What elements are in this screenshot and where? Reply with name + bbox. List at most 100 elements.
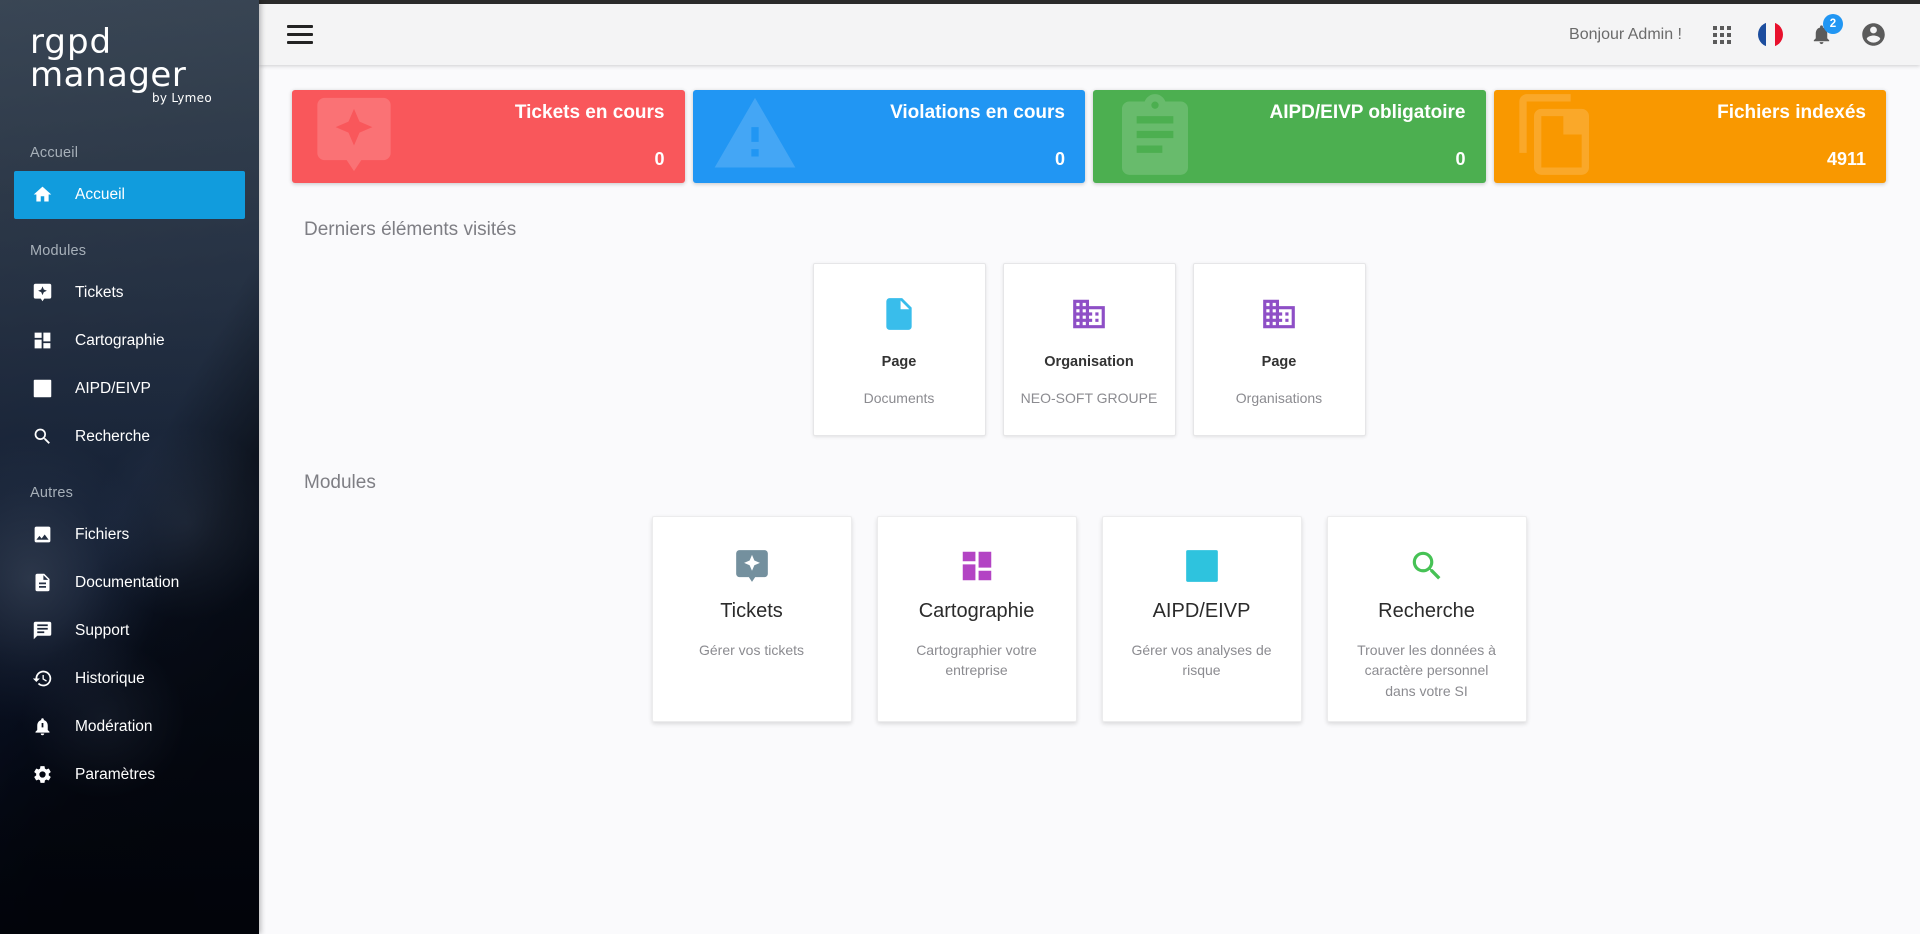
sidebar-item-label: Tickets: [75, 283, 124, 301]
sidebar-item-label: Documentation: [75, 573, 180, 591]
sidebar-item-label: Cartographie: [75, 331, 165, 349]
module-card-subtitle: Cartographier votre entreprise: [916, 642, 1037, 679]
sidebar-item-label: Support: [75, 621, 130, 639]
module-card-title: AIPD/EIVP: [1152, 600, 1251, 622]
account-circle-icon[interactable]: [1860, 21, 1887, 48]
recent-section-heading: Derniers éléments visités: [304, 219, 517, 240]
module-card-tickets[interactable]: Tickets Gérer vos tickets: [651, 516, 852, 722]
modules-section-heading: Modules: [304, 472, 376, 493]
recent-item-title: Page: [881, 354, 917, 370]
sidebar-section-list: Tickets Cartographie AIPD/EIVP Recherche: [0, 269, 259, 461]
home-icon: [31, 184, 53, 206]
brand-line-2: manager: [30, 54, 187, 95]
sidebar-section-list: Fichiers Documentation Support Historique Mo…: [0, 511, 259, 799]
organisation-icon: [1070, 290, 1108, 338]
recent-item-subtitle: NEO-SOFT GROUPE: [1020, 390, 1158, 406]
sidebar-item-historique[interactable]: Historique: [14, 655, 245, 703]
sidebar: rgpd manager by Lymeo Accueil Accueil Modu…: [0, 0, 259, 934]
sidebar-item-accueil[interactable]: Accueil: [14, 170, 245, 219]
recent-item-subtitle: Documents: [863, 390, 935, 406]
recent-item-title: Page: [1261, 354, 1297, 370]
stat-card[interactable]: Fichiers indexés 4911: [1493, 90, 1886, 183]
search-icon: [1408, 544, 1446, 588]
bell-icon[interactable]: 2: [1810, 14, 1843, 46]
dashboard-icon: [958, 544, 996, 588]
sidebar-item-documentation[interactable]: Documentation: [14, 559, 245, 607]
sidebar-nav: Accueil Accueil Modules Tickets Cartographie…: [0, 133, 259, 811]
stat-card-title: Fichiers indexés: [1717, 102, 1866, 123]
sidebar-item-param-tres[interactable]: Paramètres: [14, 751, 245, 799]
recent-item-title: Organisation: [1044, 354, 1134, 370]
stat-card[interactable]: Tickets en cours 0: [292, 90, 685, 183]
search-icon: [31, 426, 53, 448]
module-card-title: Cartographie: [918, 600, 1035, 622]
module-card-cartographie[interactable]: Cartographie Cartographier votre entrepri…: [876, 516, 1077, 722]
module-card-title: Recherche: [1378, 600, 1475, 622]
recent-item-card[interactable]: Page Documents: [812, 263, 986, 436]
dashboard-icon: [31, 330, 53, 352]
bell-alert-icon: [31, 716, 53, 738]
sidebar-item-aipd-eivp[interactable]: AIPD/EIVP: [14, 365, 245, 413]
bar-chart-icon: [31, 378, 53, 400]
brand-line-1: rgpd: [30, 22, 113, 62]
module-card-title: Tickets: [720, 600, 783, 622]
document-icon: [31, 572, 53, 594]
stat-card-title: AIPD/EIVP obligatoire: [1269, 102, 1466, 123]
sidebar-item-tickets[interactable]: Tickets: [14, 269, 245, 317]
sidebar-item-label: Accueil: [75, 185, 125, 203]
recent-item-subtitle: Organisations: [1235, 390, 1323, 406]
sidebar-item-support[interactable]: Support: [14, 607, 245, 655]
page-content: Tickets en cours 0 Violations en cours 0 AIP…: [259, 65, 1920, 934]
ticket-icon: [31, 282, 53, 304]
organisation-icon: [1260, 290, 1298, 338]
module-card-aipd-eivp[interactable]: AIPD/EIVP Gérer vos analyses de risque: [1101, 516, 1302, 722]
image-icon: [31, 524, 53, 546]
recent-items-row: Page Documents Organisation NEO-SOFT GROUPE…: [292, 263, 1886, 436]
page-icon: [880, 290, 918, 338]
sidebar-item-label: Paramètres: [75, 765, 156, 783]
stat-card[interactable]: AIPD/EIVP obligatoire 0: [1093, 90, 1486, 183]
french-flag-icon[interactable]: [1758, 22, 1783, 47]
recent-item-card[interactable]: Organisation NEO-SOFT GROUPE: [1002, 263, 1176, 436]
stat-card-value: 0: [654, 149, 665, 169]
brand-logo[interactable]: rgpd manager by Lymeo: [0, 0, 259, 133]
module-card-subtitle: Trouver les données à caractère personne…: [1357, 642, 1496, 699]
notification-badge: 2: [1823, 14, 1843, 34]
sidebar-item-mod-ration[interactable]: Modération: [14, 703, 245, 751]
sidebar-section-list: Accueil: [0, 170, 259, 219]
stat-card-title: Violations en cours: [890, 102, 1065, 123]
brand-subtitle: by Lymeo: [151, 91, 212, 106]
module-card-subtitle: Gérer vos tickets: [698, 642, 805, 658]
stat-cards-row: Tickets en cours 0 Violations en cours 0 AIP…: [292, 90, 1886, 183]
sidebar-item-label: Historique: [75, 669, 145, 687]
ticket-icon: [733, 544, 771, 588]
stat-card[interactable]: Violations en cours 0: [692, 90, 1085, 183]
gear-icon: [31, 764, 53, 786]
modules-row: Tickets Gérer vos tickets Cartographie Cart…: [292, 516, 1886, 722]
sidebar-item-label: Modération: [75, 717, 153, 735]
sidebar-section-title: Accueil: [30, 144, 79, 161]
module-card-subtitle: Gérer vos analyses de risque: [1131, 642, 1272, 679]
stat-card-value: 0: [1054, 149, 1065, 169]
greeting-text: Bonjour Admin !: [1569, 25, 1682, 43]
stat-card-value: 4911: [1826, 149, 1866, 169]
main-area: Bonjour Admin ! 2 Tickets en cours 0 Viola…: [259, 0, 1920, 934]
history-icon: [31, 668, 53, 690]
module-card-recherche[interactable]: Recherche Trouver les données à caractère…: [1326, 516, 1527, 722]
sidebar-item-cartographie[interactable]: Cartographie: [14, 317, 245, 365]
topbar: Bonjour Admin ! 2: [259, 0, 1920, 65]
apps-grid-icon[interactable]: [1713, 25, 1731, 44]
sidebar-item-label: Fichiers: [75, 525, 130, 543]
hamburger-icon[interactable]: [287, 21, 313, 48]
sidebar-item-recherche[interactable]: Recherche: [14, 413, 245, 461]
recent-item-card[interactable]: Page Organisations: [1192, 263, 1366, 436]
sidebar-section-title: Autres: [30, 484, 74, 501]
sidebar-item-label: Recherche: [75, 427, 150, 445]
stat-card-value: 0: [1455, 149, 1466, 169]
chat-icon: [31, 620, 53, 642]
sidebar-section-title: Modules: [30, 242, 87, 259]
sidebar-item-fichiers[interactable]: Fichiers: [14, 511, 245, 559]
sidebar-item-label: AIPD/EIVP: [75, 379, 151, 397]
